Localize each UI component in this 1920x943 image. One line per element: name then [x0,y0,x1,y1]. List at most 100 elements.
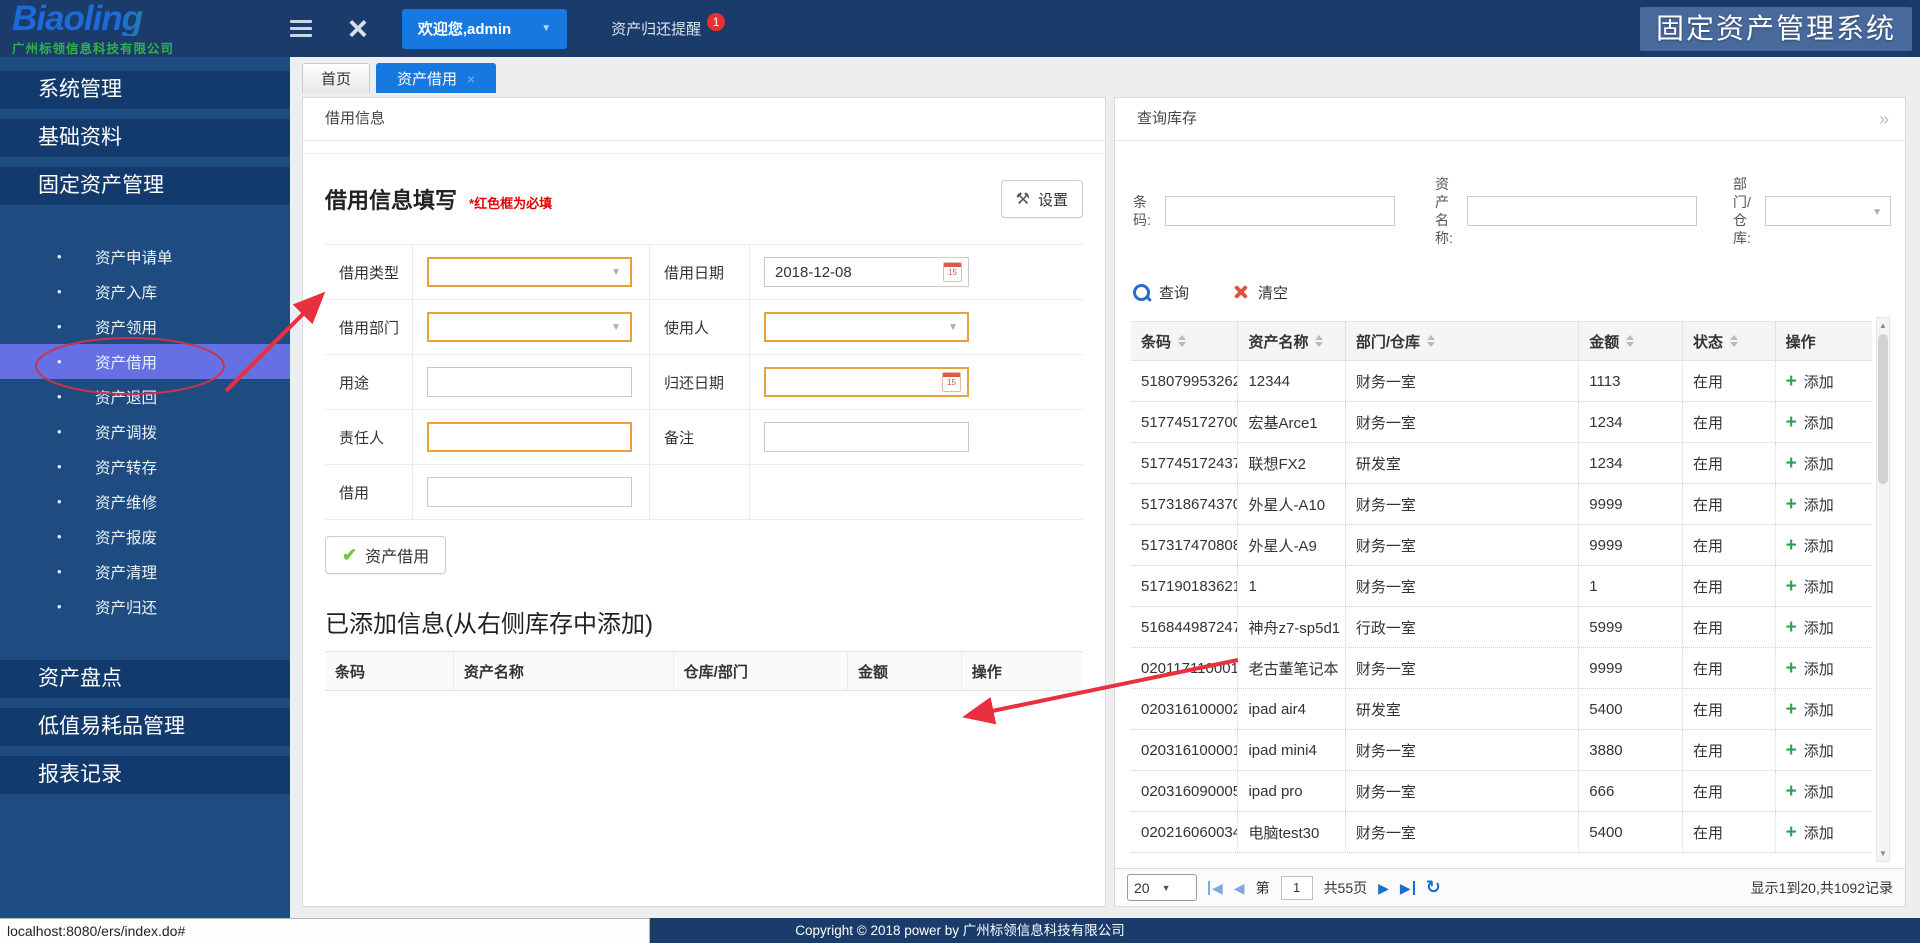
sidebar-item[interactable]: •资产退回 [0,379,290,414]
first-page-icon[interactable]: ◀ [1208,881,1223,895]
add-button[interactable]: +添加 [1776,771,1872,811]
calendar-icon[interactable]: 15 [942,372,961,392]
add-button[interactable]: +添加 [1776,607,1872,647]
sidebar-item[interactable]: •资产归还 [0,589,290,624]
sidebar-item[interactable]: •资产申请单 [0,239,290,274]
sidebar-item[interactable]: •资产维修 [0,484,290,519]
sort-icon[interactable] [1178,331,1186,351]
date-field[interactable]: 2018-12-0815 [764,257,969,287]
added-column-header[interactable]: 操作 [962,652,1083,690]
scroll-down-icon[interactable]: ▼ [1877,847,1889,860]
refresh-icon[interactable]: ↻ [1426,877,1441,898]
inventory-column-header[interactable]: 条码 [1131,322,1238,360]
cell-department: 研发室 [1346,443,1579,483]
column-label: 操作 [1786,331,1816,352]
column-label: 状态 [1693,331,1723,352]
cell-status: 在用 [1683,607,1776,647]
inventory-action-row: 查询 清空 [1115,269,1905,321]
inventory-search-input[interactable] [1165,196,1395,226]
tab-close-icon[interactable]: × [467,71,475,87]
last-page-icon[interactable]: ▶ [1400,881,1415,895]
add-button[interactable]: +添加 [1776,525,1872,565]
text-field[interactable] [764,422,969,452]
company-name: 广州标领信息科技有限公司 [12,38,280,57]
sidebar-section[interactable]: 低值易耗品管理 [0,708,290,746]
add-button[interactable]: +添加 [1776,648,1872,688]
add-label: 添加 [1804,494,1834,515]
add-button[interactable]: +添加 [1776,730,1872,770]
table-scrollbar[interactable]: ▲ ▼ [1876,317,1890,862]
select-field[interactable]: ▼ [427,257,632,287]
search-button[interactable]: 查询 [1133,282,1189,303]
settings-button[interactable]: ⚒ 设置 [1001,180,1083,218]
added-column-header[interactable]: 资产名称 [454,652,674,690]
page-input[interactable] [1281,876,1313,900]
add-button[interactable]: +添加 [1776,402,1872,442]
bullet-icon: • [57,599,67,614]
return-reminder-link[interactable]: 资产归还提醒 1 [611,18,725,39]
date-field[interactable]: 15 [764,367,969,397]
sidebar-section[interactable]: 系统管理 [0,71,290,109]
sidebar-item[interactable]: •资产报废 [0,519,290,554]
added-column-header[interactable]: 仓库/部门 [674,652,848,690]
inventory-column-header[interactable]: 部门/仓库 [1346,322,1579,360]
cell-department: 财务一室 [1346,812,1579,852]
add-button[interactable]: +添加 [1776,689,1872,729]
cell-department: 财务一室 [1346,566,1579,606]
sidebar-item[interactable]: •资产入库 [0,274,290,309]
calendar-icon[interactable]: 15 [943,262,962,282]
sort-icon[interactable] [1427,331,1435,351]
inventory-column-header[interactable]: 资产名称 [1238,322,1345,360]
scrollbar-thumb[interactable] [1878,334,1888,484]
inventory-dept-select[interactable]: ▼ [1765,196,1891,226]
sidebar-item-label: 资产报废 [95,526,157,548]
sidebar-item[interactable]: •资产转存 [0,449,290,484]
close-icon[interactable]: × [348,12,368,46]
add-button[interactable]: +添加 [1776,812,1872,852]
next-page-icon[interactable]: ▶ [1378,881,1389,895]
select-field[interactable]: ▼ [427,312,632,342]
add-button[interactable]: +添加 [1776,566,1872,606]
select-field[interactable]: ▼ [764,312,969,342]
text-field[interactable] [427,367,632,397]
sidebar-section[interactable]: 固定资产管理 [0,167,290,205]
added-column-header[interactable]: 条码 [325,652,454,690]
inventory-column-header[interactable]: 金额 [1579,322,1683,360]
page-size-select[interactable]: 20 ▼ [1127,874,1197,901]
sidebar-section[interactable]: 基础资料 [0,119,290,157]
text-field[interactable] [427,477,632,507]
submit-row: ✔ 资产借用 [325,536,1083,574]
menu-toggle-icon[interactable] [290,20,312,37]
add-button[interactable]: +添加 [1776,361,1872,401]
sidebar-item[interactable]: •资产清理 [0,554,290,589]
cell-asset-name: 电脑test30 [1238,812,1345,852]
sidebar-section[interactable]: 资产盘点 [0,660,290,698]
sidebar-section[interactable]: 报表记录 [0,756,290,794]
tab-asset-borrow[interactable]: 资产借用× [376,63,496,93]
sort-icon[interactable] [1315,331,1323,351]
inventory-column-header[interactable]: 状态 [1683,322,1776,360]
sort-icon[interactable] [1626,331,1634,351]
sidebar-item[interactable]: •资产领用 [0,309,290,344]
prev-page-icon[interactable]: ◀ [1234,881,1245,895]
add-button[interactable]: +添加 [1776,443,1872,483]
sort-icon[interactable] [1730,331,1738,351]
add-button[interactable]: +添加 [1776,484,1872,524]
inventory-search-input[interactable] [1467,196,1697,226]
plus-icon: + [1786,659,1797,678]
sidebar-item[interactable]: •资产调拨 [0,414,290,449]
tab-home[interactable]: 首页 [302,63,370,93]
collapse-panel-icon[interactable]: » [1879,98,1889,140]
copyright-text: Copyright © 2018 power by 广州标领信息科技有限公司 [795,923,1125,938]
added-column-header[interactable]: 金额 [848,652,962,690]
inventory-column-header[interactable]: 操作 [1776,322,1872,360]
sidebar-item-label: 资产入库 [95,281,157,303]
sidebar-item[interactable]: •资产借用 [0,344,290,379]
cell-amount: 9999 [1579,484,1683,524]
text-field[interactable] [427,422,632,452]
clear-button[interactable]: 清空 [1233,282,1288,303]
user-menu-button[interactable]: 欢迎您,admin ▼ [402,9,567,49]
asset-borrow-submit-button[interactable]: ✔ 资产借用 [325,536,446,574]
dropdown-caret-icon: ▼ [1872,207,1882,218]
scroll-up-icon[interactable]: ▲ [1877,319,1889,332]
